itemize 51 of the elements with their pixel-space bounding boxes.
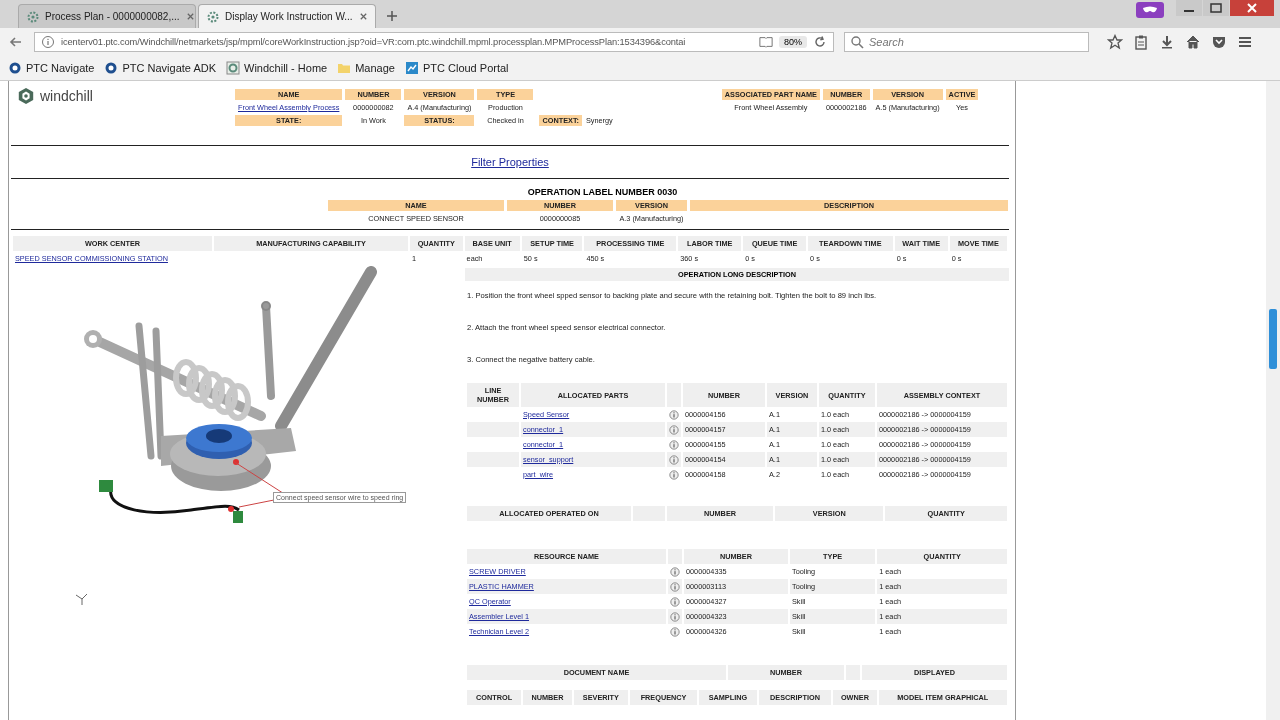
close-icon[interactable]: [185, 12, 195, 21]
mask-icon[interactable]: [1136, 2, 1164, 18]
logo-text: windchill: [40, 88, 93, 104]
clipboard-icon[interactable]: [1133, 34, 1149, 50]
zoom-level[interactable]: 80%: [779, 36, 807, 48]
browser-tab[interactable]: Process Plan - 0000000082,...: [18, 4, 196, 28]
menu-icon[interactable]: [1237, 34, 1253, 50]
bookmark-link[interactable]: PTC Navigate ADK: [122, 62, 217, 74]
maximize-icon[interactable]: [1203, 0, 1229, 16]
info-icon[interactable]: [670, 596, 680, 607]
ring-icon: [8, 61, 22, 75]
info-icon[interactable]: [669, 409, 679, 420]
scrollbar[interactable]: [1266, 81, 1280, 720]
chart-icon: [404, 61, 419, 75]
search-field[interactable]: Search: [844, 32, 1089, 52]
logo-icon: [17, 87, 35, 105]
gear-icon: [226, 61, 241, 75]
axis-triad-icon: [75, 592, 89, 606]
info-icon[interactable]: [669, 469, 679, 480]
filter-properties-link[interactable]: Filter Properties: [471, 156, 549, 168]
home-icon[interactable]: [1185, 34, 1201, 50]
bookmark-link[interactable]: PTC Navigate: [26, 62, 95, 74]
close-icon[interactable]: [358, 12, 368, 21]
gear-icon: [27, 10, 39, 23]
scrollbar-thumb[interactable]: [1269, 309, 1277, 369]
bookmark-link[interactable]: PTC Cloud Portal: [422, 62, 509, 74]
star-icon[interactable]: [1107, 34, 1123, 50]
search-icon: [850, 35, 864, 49]
bookmark-link[interactable]: Manage: [355, 62, 395, 74]
reader-view-icon[interactable]: [759, 35, 773, 49]
info-icon[interactable]: [670, 626, 680, 637]
info-icon[interactable]: [669, 424, 679, 435]
close-icon[interactable]: [1230, 0, 1274, 16]
browser-tab[interactable]: Display Work Instruction W...: [198, 4, 376, 28]
address-field[interactable]: icenterv01.ptc.com/Windchill/netmarkets/jsp/mpml/coreWorkInstruction.jsp?oid=VR:com.ptc.windchill.mpml.processplan.MPMProcessPlan:1534396&contai 80%: [34, 32, 834, 52]
new-tab-icon[interactable]: [386, 10, 398, 22]
pocket-icon[interactable]: [1211, 34, 1227, 50]
info-icon[interactable]: [41, 35, 55, 49]
gear-icon: [207, 10, 219, 23]
minimize-icon[interactable]: [1176, 0, 1202, 16]
info-icon[interactable]: [670, 611, 680, 622]
bookmark-link[interactable]: Windchill - Home: [244, 62, 328, 74]
info-icon[interactable]: [669, 439, 679, 450]
download-icon[interactable]: [1159, 34, 1175, 50]
operation-title: OPERATION LABEL NUMBER 0030: [526, 187, 679, 197]
info-icon[interactable]: [670, 581, 680, 592]
info-icon[interactable]: [670, 566, 680, 577]
reload-icon[interactable]: [813, 35, 827, 49]
ring-icon: [104, 61, 119, 75]
folder-icon: [337, 61, 352, 75]
info-icon[interactable]: [669, 454, 679, 465]
